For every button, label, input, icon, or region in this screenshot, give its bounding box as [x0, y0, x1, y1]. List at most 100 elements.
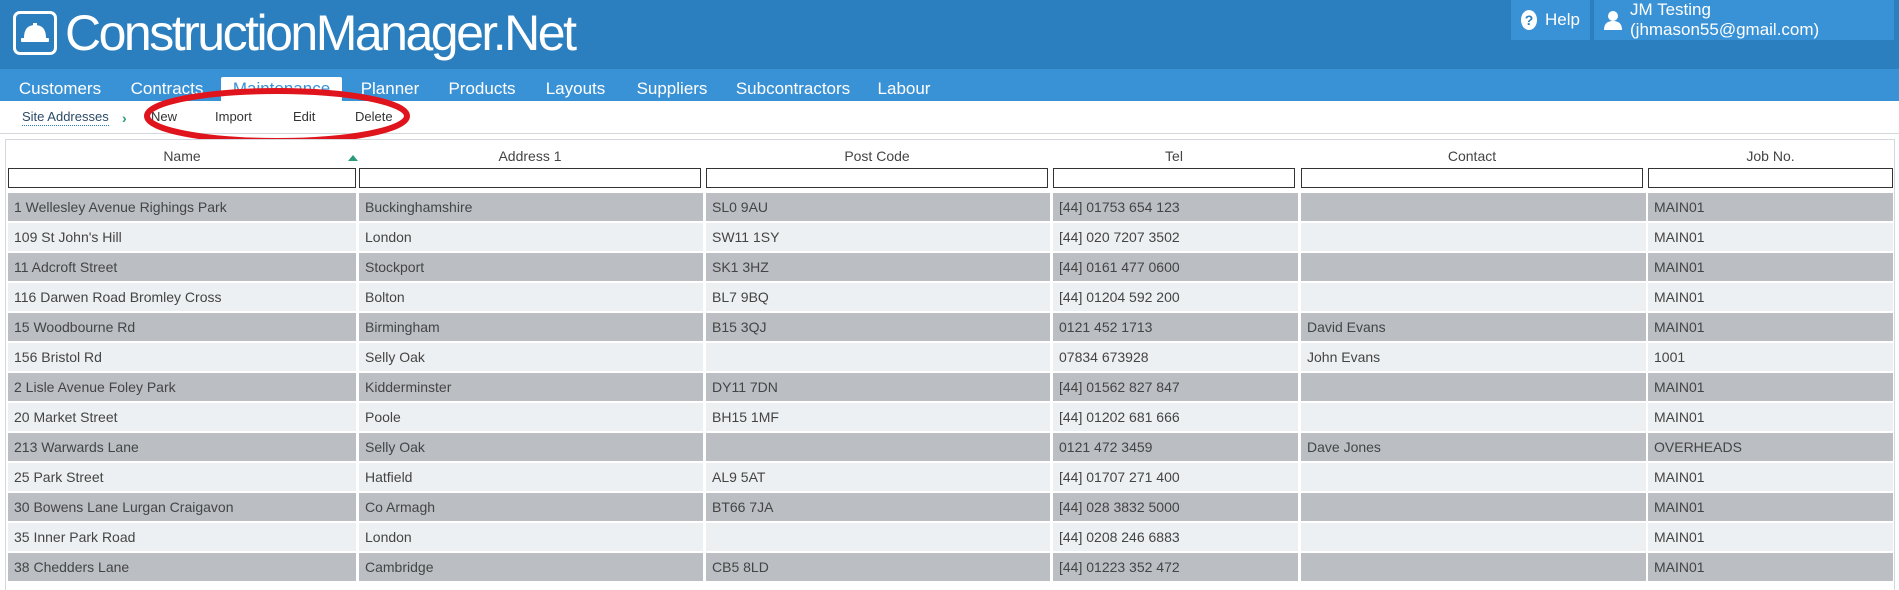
- cell-tel: [44] 01707 271 400: [1053, 463, 1298, 491]
- cell-address: Birmingham: [359, 313, 703, 341]
- cell-name: 109 St John's Hill: [8, 223, 356, 251]
- table-row[interactable]: 20 Market Street Poole BH15 1MF [44] 01202 …: [8, 403, 1894, 433]
- cell-jobno: 1001: [1648, 343, 1893, 371]
- cell-contact: [1301, 283, 1646, 311]
- sub-toolbar: Site Addresses › New Import Edit Delete: [0, 101, 1899, 134]
- cell-postcode: DY11 7DN: [706, 373, 1050, 401]
- cell-name: 156 Bristol Rd: [8, 343, 356, 371]
- cell-jobno: OVERHEADS: [1648, 433, 1893, 461]
- hard-hat-icon: [13, 11, 57, 55]
- cell-jobno: MAIN01: [1648, 223, 1893, 251]
- cell-address: Cambridge: [359, 553, 703, 581]
- new-button[interactable]: New: [151, 109, 177, 125]
- cell-jobno: MAIN01: [1648, 403, 1893, 431]
- cell-name: 20 Market Street: [8, 403, 356, 431]
- app-title: ConstructionManager.Net: [65, 5, 577, 61]
- column-header-postcode[interactable]: Post Code: [706, 148, 1048, 164]
- cell-contact: Dave Jones: [1301, 433, 1646, 461]
- cell-jobno: MAIN01: [1648, 463, 1893, 491]
- cell-contact: [1301, 193, 1646, 221]
- column-header-jobno[interactable]: Job No.: [1648, 148, 1893, 164]
- cell-tel: [44] 01202 681 666: [1053, 403, 1298, 431]
- column-header-address[interactable]: Address 1: [359, 148, 701, 164]
- table-row[interactable]: 11 Adcroft Street Stockport SK1 3HZ [44] 01…: [8, 253, 1894, 283]
- table-row[interactable]: 15 Woodbourne Rd Birmingham B15 3QJ 0121 45…: [8, 313, 1894, 343]
- cell-name: 35 Inner Park Road: [8, 523, 356, 551]
- tab-products[interactable]: Products: [440, 77, 524, 101]
- tab-customers[interactable]: Customers: [8, 77, 112, 101]
- cell-postcode: SL0 9AU: [706, 193, 1050, 221]
- cell-contact: [1301, 523, 1646, 551]
- cell-postcode: BH15 1MF: [706, 403, 1050, 431]
- cell-postcode: B15 3QJ: [706, 313, 1050, 341]
- tab-planner[interactable]: Planner: [348, 77, 432, 101]
- cell-contact: [1301, 493, 1646, 521]
- help-button[interactable]: ? Help: [1511, 0, 1590, 40]
- table-row[interactable]: 1 Wellesley Avenue Righings Park Buckingh…: [8, 193, 1894, 223]
- table-row[interactable]: 2 Lisle Avenue Foley Park Kidderminster DY…: [8, 373, 1894, 403]
- main-nav: Customers Contracts Maintenance Planner …: [0, 69, 1899, 101]
- filter-name-input[interactable]: [8, 168, 356, 188]
- delete-button[interactable]: Delete: [355, 109, 393, 125]
- cell-address: Buckinghamshire: [359, 193, 703, 221]
- tab-maintenance[interactable]: Maintenance: [221, 77, 342, 101]
- filter-tel-input[interactable]: [1053, 168, 1295, 188]
- cell-postcode: CB5 8LD: [706, 553, 1050, 581]
- edit-button[interactable]: Edit: [293, 109, 315, 125]
- help-label: Help: [1545, 10, 1580, 29]
- cell-tel: [44] 0208 246 6883: [1053, 523, 1298, 551]
- cell-postcode: SK1 3HZ: [706, 253, 1050, 281]
- tab-subcontractors[interactable]: Subcontractors: [730, 77, 856, 101]
- cell-postcode: [706, 343, 1050, 371]
- filter-address-input[interactable]: [359, 168, 701, 188]
- column-header-contact[interactable]: Contact: [1301, 148, 1643, 164]
- cell-contact: John Evans: [1301, 343, 1646, 371]
- cell-name: 2 Lisle Avenue Foley Park: [8, 373, 356, 401]
- tab-suppliers[interactable]: Suppliers: [627, 77, 717, 101]
- cell-postcode: SW11 1SY: [706, 223, 1050, 251]
- cell-tel: [44] 0161 477 0600: [1053, 253, 1298, 281]
- cell-contact: [1301, 553, 1646, 581]
- cell-name: 15 Woodbourne Rd: [8, 313, 356, 341]
- user-menu-button[interactable]: JM Testing (jhmason55@gmail.com): [1594, 0, 1894, 40]
- app-header: ConstructionManager.Net ? Help JM Testin…: [0, 0, 1899, 69]
- cell-postcode: [706, 433, 1050, 461]
- cell-contact: [1301, 373, 1646, 401]
- cell-name: 1 Wellesley Avenue Righings Park: [8, 193, 356, 221]
- cell-name: 213 Warwards Lane: [8, 433, 356, 461]
- cell-name: 25 Park Street: [8, 463, 356, 491]
- filter-contact-input[interactable]: [1301, 168, 1643, 188]
- filter-postcode-input[interactable]: [706, 168, 1048, 188]
- tab-layouts[interactable]: Layouts: [537, 77, 614, 101]
- column-header-tel[interactable]: Tel: [1053, 148, 1295, 164]
- cell-name: 30 Bowens Lane Lurgan Craigavon: [8, 493, 356, 521]
- cell-jobno: MAIN01: [1648, 253, 1893, 281]
- table-row[interactable]: 25 Park Street Hatfield AL9 5AT [44] 01707 …: [8, 463, 1894, 493]
- cell-tel: 07834 673928: [1053, 343, 1298, 371]
- filter-jobno-input[interactable]: [1648, 168, 1893, 188]
- table-row[interactable]: 116 Darwen Road Bromley Cross Bolton BL7 9…: [8, 283, 1894, 313]
- table-row[interactable]: 213 Warwards Lane Selly Oak 0121 472 3459 D…: [8, 433, 1894, 463]
- table-row[interactable]: 156 Bristol Rd Selly Oak 07834 673928 John …: [8, 343, 1894, 373]
- breadcrumb-site-addresses[interactable]: Site Addresses: [22, 109, 109, 126]
- sort-ascending-icon: [348, 155, 358, 161]
- app-logo[interactable]: ConstructionManager.Net: [13, 5, 577, 61]
- table-row[interactable]: 35 Inner Park Road London [44] 0208 246 68…: [8, 523, 1894, 553]
- cell-jobno: MAIN01: [1648, 313, 1893, 341]
- cell-address: Co Armagh: [359, 493, 703, 521]
- column-header-name[interactable]: Name: [8, 148, 356, 164]
- user-label: JM Testing (jhmason55@gmail.com): [1630, 0, 1820, 39]
- table-row[interactable]: 30 Bowens Lane Lurgan Craigavon Co Armagh…: [8, 493, 1894, 523]
- tab-labour[interactable]: Labour: [870, 77, 938, 101]
- cell-contact: [1301, 403, 1646, 431]
- cell-address: Poole: [359, 403, 703, 431]
- tab-contracts[interactable]: Contracts: [119, 77, 215, 101]
- cell-tel: [44] 01562 827 847: [1053, 373, 1298, 401]
- cell-jobno: MAIN01: [1648, 193, 1893, 221]
- cell-address: Selly Oak: [359, 343, 703, 371]
- cell-contact: David Evans: [1301, 313, 1646, 341]
- cell-name: 116 Darwen Road Bromley Cross: [8, 283, 356, 311]
- table-row[interactable]: 109 St John's Hill London SW11 1SY [44] 020…: [8, 223, 1894, 253]
- table-row[interactable]: 38 Chedders Lane Cambridge CB5 8LD [44] 012…: [8, 553, 1894, 583]
- import-button[interactable]: Import: [215, 109, 252, 125]
